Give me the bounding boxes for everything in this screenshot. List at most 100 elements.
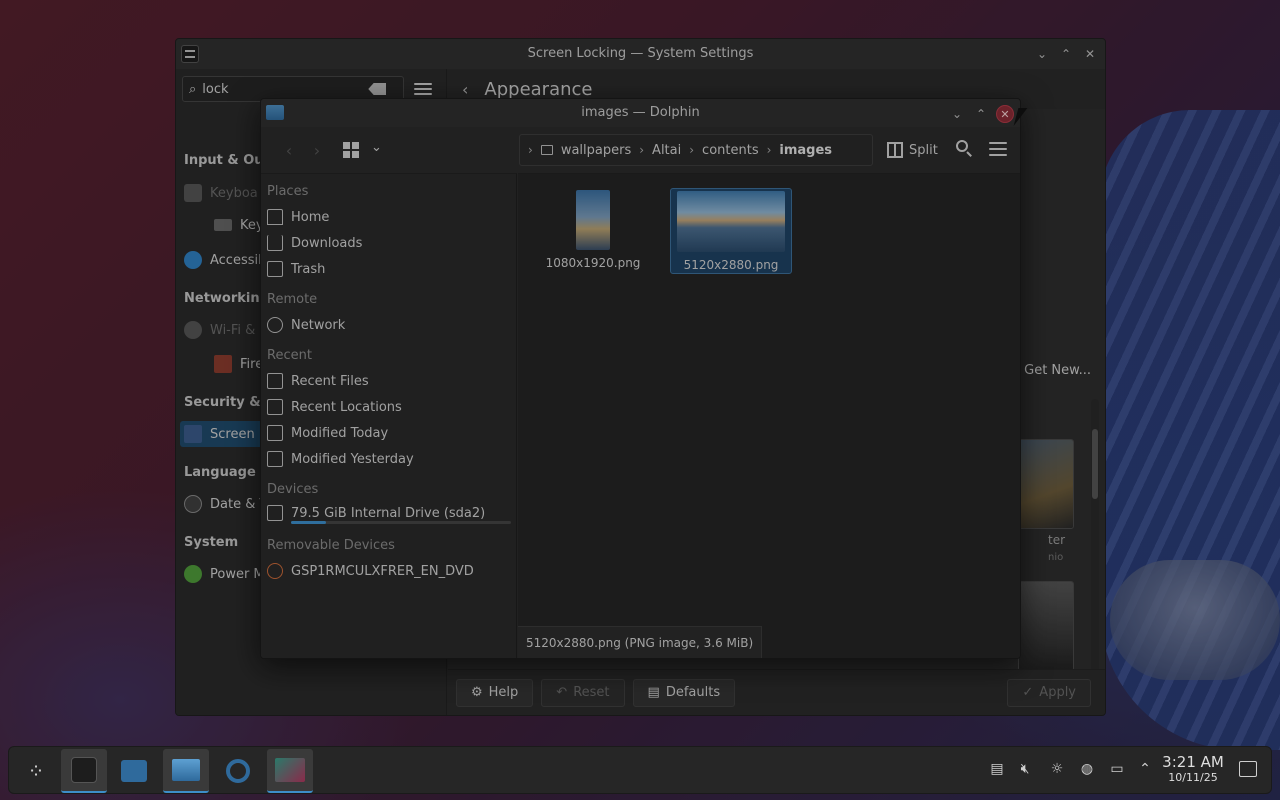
place-dvd[interactable]: GSP1RMCULXFRER_EN_DVD bbox=[267, 559, 474, 583]
home-icon bbox=[267, 209, 283, 225]
sidebar-item-keyboard-sub[interactable]: Key bbox=[214, 212, 264, 238]
chevron-right-icon[interactable]: › bbox=[528, 143, 533, 157]
reset-button[interactable]: ↶ Reset bbox=[541, 678, 625, 707]
sidebar-menu-button[interactable] bbox=[414, 83, 432, 95]
forward-arrow-icon[interactable]: › bbox=[305, 138, 329, 162]
category-networking: Networking bbox=[184, 291, 269, 306]
place-trash[interactable]: Trash bbox=[267, 257, 325, 281]
place-modified-yesterday[interactable]: Modified Yesterday bbox=[267, 447, 414, 471]
close-button[interactable]: ✕ bbox=[1081, 45, 1099, 63]
clock-icon bbox=[184, 495, 202, 513]
breadcrumb-images[interactable]: images bbox=[779, 143, 832, 158]
place-network[interactable]: Network bbox=[267, 313, 345, 337]
file-view[interactable]: 1080x1920.png 5120x2880.png 5120x2880.pn… bbox=[518, 173, 1020, 658]
task-dolphin[interactable] bbox=[163, 749, 209, 793]
icon-view-button[interactable] bbox=[343, 142, 359, 158]
browser-icon bbox=[226, 759, 250, 783]
task-screen-locking-preview[interactable] bbox=[267, 749, 313, 793]
sidebar-item-date-time[interactable]: Date & T bbox=[184, 491, 267, 517]
search-input[interactable] bbox=[202, 81, 363, 97]
split-view-button[interactable]: Split bbox=[887, 139, 938, 161]
keyboard-icon bbox=[214, 219, 232, 231]
maximize-button[interactable]: ⌃ bbox=[1057, 45, 1075, 63]
place-modified-today[interactable]: Modified Today bbox=[267, 421, 388, 445]
display-icon[interactable]: ▭ bbox=[1107, 759, 1127, 779]
dolphin-window: images — Dolphin ⌄ ⌃ ✕ ‹ › ⌄ › wallpaper… bbox=[260, 98, 1021, 659]
show-desktop-button[interactable] bbox=[1239, 761, 1257, 777]
clear-text-icon[interactable] bbox=[368, 83, 387, 95]
chevron-down-icon[interactable]: ⌄ bbox=[371, 140, 382, 155]
hamburger-menu-button[interactable] bbox=[989, 142, 1007, 156]
file-name: 1080x1920.png bbox=[545, 256, 641, 270]
hard-drive-icon bbox=[267, 505, 283, 521]
chevron-right-icon: › bbox=[689, 143, 695, 157]
sidebar-item-accessibility[interactable]: Accessil bbox=[184, 247, 262, 273]
volume-muted-icon[interactable]: 🔇︎ bbox=[1015, 759, 1035, 779]
remote-heading: Remote bbox=[267, 292, 318, 307]
minimize-button[interactable]: ⌄ bbox=[1033, 45, 1051, 63]
get-new-wallpapers-button[interactable]: Get New... bbox=[1024, 363, 1091, 378]
category-input-output: Input & Out bbox=[184, 153, 270, 168]
optical-disc-icon bbox=[267, 563, 283, 579]
dolphin-titlebar[interactable]: images — Dolphin ⌄ ⌃ ✕ bbox=[261, 99, 1020, 127]
screen-lock-icon bbox=[184, 425, 202, 443]
back-arrow-icon[interactable]: ‹ bbox=[462, 80, 468, 99]
download-icon bbox=[267, 235, 283, 251]
breadcrumb-wallpapers[interactable]: wallpapers bbox=[561, 143, 631, 158]
minimize-button[interactable]: ⌄ bbox=[948, 105, 966, 123]
digital-clock[interactable]: 3:21 AM 10/11/25 bbox=[1157, 753, 1229, 785]
sidebar-item-wifi[interactable]: Wi-Fi & bbox=[184, 317, 255, 343]
wallpaper-thumbnail[interactable] bbox=[1018, 439, 1074, 529]
wallpaper-thumbnail[interactable] bbox=[1018, 581, 1074, 671]
devices-heading: Devices bbox=[267, 482, 319, 497]
task-system-settings[interactable] bbox=[61, 749, 107, 793]
places-panel: Places Home Downloads Trash Remote Netwo… bbox=[261, 173, 517, 658]
breadcrumb-altai[interactable]: Altai bbox=[652, 143, 681, 158]
drive-capacity-bar bbox=[291, 521, 511, 524]
firewall-icon bbox=[214, 355, 232, 373]
breadcrumb[interactable]: › wallpapers › Altai › contents › images bbox=[519, 134, 873, 166]
settings-titlebar[interactable]: Screen Locking — System Settings ⌄ ⌃ ✕ bbox=[176, 39, 1105, 69]
help-button[interactable]: ⚙ Help bbox=[456, 678, 534, 707]
wallpaper-scrollbar[interactable] bbox=[1091, 399, 1099, 699]
network-icon bbox=[267, 317, 283, 333]
chevron-right-icon: › bbox=[639, 143, 645, 157]
search-button[interactable] bbox=[955, 139, 975, 159]
chevron-up-icon[interactable]: ⌃ bbox=[1135, 759, 1155, 779]
search-icon: ⌕ bbox=[189, 81, 197, 97]
shopping-bag-icon bbox=[121, 760, 147, 782]
network-icon[interactable]: ◍ bbox=[1077, 759, 1097, 779]
back-arrow-icon[interactable]: ‹ bbox=[277, 138, 301, 162]
clipboard-icon[interactable]: ▤ bbox=[987, 759, 1007, 779]
close-button[interactable]: ✕ bbox=[996, 105, 1014, 123]
document-icon: ▤ bbox=[647, 685, 660, 700]
place-recent-locations[interactable]: Recent Locations bbox=[267, 395, 402, 419]
split-icon bbox=[887, 142, 903, 158]
calendar-icon bbox=[267, 451, 283, 467]
maximize-button[interactable]: ⌃ bbox=[972, 105, 990, 123]
sidebar-item-screen-locking[interactable]: Screen L bbox=[180, 421, 270, 447]
place-recent-files[interactable]: Recent Files bbox=[267, 369, 369, 393]
sidebar-item-power-management[interactable]: Power M bbox=[184, 561, 265, 587]
file-info-tooltip: 5120x2880.png (PNG image, 3.6 MiB) bbox=[518, 626, 763, 658]
apply-button[interactable]: ✓ Apply bbox=[1007, 678, 1091, 707]
defaults-button[interactable]: ▤ Defaults bbox=[632, 678, 736, 707]
removable-heading: Removable Devices bbox=[267, 538, 395, 553]
file-name: 5120x2880.png bbox=[683, 258, 779, 272]
brightness-icon[interactable]: ☼ bbox=[1047, 759, 1067, 779]
sidebar-item-keyboard[interactable]: Keyboa bbox=[184, 180, 258, 206]
sidebar-item-firewall[interactable]: Fire bbox=[214, 351, 263, 377]
application-launcher-button[interactable]: ⁘ bbox=[13, 749, 59, 793]
keyboard-icon bbox=[184, 184, 202, 202]
settings-window-title: Screen Locking — System Settings bbox=[527, 46, 754, 61]
task-discover[interactable] bbox=[111, 749, 157, 793]
task-browser[interactable] bbox=[215, 749, 261, 793]
breadcrumb-contents[interactable]: contents bbox=[702, 143, 759, 158]
file-item-selected[interactable]: 5120x2880.png bbox=[670, 188, 792, 274]
drive-capacity-fill bbox=[291, 521, 327, 524]
accessibility-icon bbox=[184, 251, 202, 269]
file-item[interactable]: 1080x1920.png bbox=[532, 188, 654, 274]
category-language: Language & bbox=[184, 465, 272, 480]
place-downloads[interactable]: Downloads bbox=[267, 231, 362, 255]
place-home[interactable]: Home bbox=[267, 205, 329, 229]
